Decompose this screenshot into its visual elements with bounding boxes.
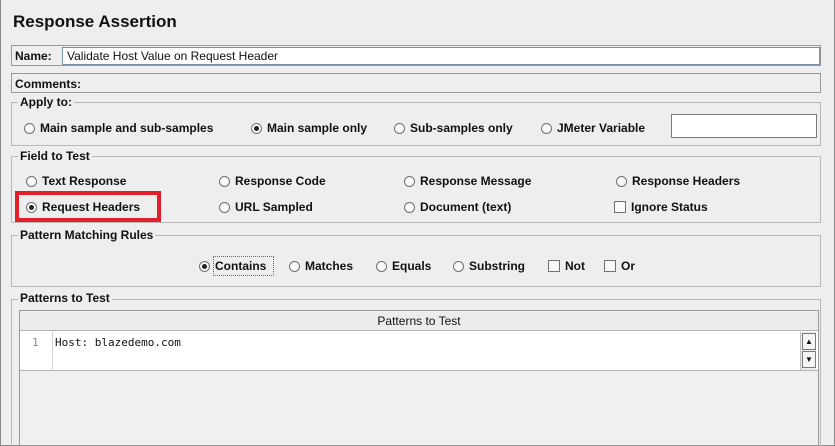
radio-icon — [453, 260, 464, 272]
radio-icon — [394, 122, 405, 134]
ignore-status-checkbox[interactable]: Ignore Status — [614, 199, 708, 215]
radio-selected-icon — [199, 260, 210, 272]
checkbox-icon — [548, 260, 560, 272]
radio-icon — [616, 175, 627, 187]
rule-not-checkbox[interactable]: Not — [548, 258, 585, 274]
radio-icon — [376, 260, 387, 272]
field-response-code-radio[interactable]: Response Code — [219, 173, 326, 189]
field-to-test-legend: Field to Test — [18, 149, 92, 163]
scroll-down-icon[interactable]: ▼ — [802, 351, 816, 368]
radio-selected-icon — [251, 122, 262, 134]
line-number: 1 — [32, 336, 39, 349]
rule-matches-radio[interactable]: Matches — [289, 258, 353, 274]
pattern-matching-legend: Pattern Matching Rules — [18, 228, 156, 242]
radio-icon — [26, 175, 37, 187]
apply-main-and-sub-radio[interactable]: Main sample and sub-samples — [24, 120, 213, 136]
field-url-sampled-radio[interactable]: URL Sampled — [219, 199, 313, 215]
radio-icon — [24, 122, 35, 134]
patterns-to-test-legend: Patterns to Test — [18, 291, 112, 305]
pattern-row[interactable]: Host: blazedemo.com — [55, 336, 181, 349]
apply-jmeter-variable-radio[interactable]: JMeter Variable — [541, 120, 645, 136]
radio-icon — [541, 122, 552, 134]
comments-label: Comments: — [15, 77, 82, 91]
jmeter-variable-input[interactable] — [671, 114, 817, 138]
name-label: Name: — [15, 49, 52, 63]
radio-icon — [219, 201, 230, 213]
apply-main-only-radio[interactable]: Main sample only — [251, 120, 367, 136]
comments-row — [11, 73, 821, 93]
rule-or-checkbox[interactable]: Or — [604, 258, 635, 274]
panel-title: Response Assertion — [13, 12, 177, 31]
radio-icon — [289, 260, 300, 272]
apply-sub-only-radio[interactable]: Sub-samples only — [394, 120, 513, 136]
rule-equals-radio[interactable]: Equals — [376, 258, 431, 274]
rule-substring-radio[interactable]: Substring — [453, 258, 525, 274]
checkbox-icon — [614, 201, 626, 213]
checkbox-icon — [604, 260, 616, 272]
request-headers-highlight — [15, 191, 161, 222]
window-border-left — [0, 0, 1, 446]
field-text-response-radio[interactable]: Text Response — [26, 173, 126, 189]
field-document-text-radio[interactable]: Document (text) — [404, 199, 511, 215]
editor-scrollbar[interactable]: ▲ ▼ — [800, 332, 816, 370]
radio-icon — [219, 175, 230, 187]
name-input[interactable]: Validate Host Value on Request Header — [62, 47, 820, 65]
contains-focus-outline — [213, 256, 274, 276]
scroll-up-icon[interactable]: ▲ — [802, 333, 816, 350]
radio-icon — [404, 201, 415, 213]
patterns-column-header[interactable]: Patterns to Test — [20, 312, 818, 331]
field-response-message-radio[interactable]: Response Message — [404, 173, 531, 189]
apply-to-legend: Apply to: — [18, 95, 74, 109]
field-response-headers-radio[interactable]: Response Headers — [616, 173, 740, 189]
radio-icon — [404, 175, 415, 187]
